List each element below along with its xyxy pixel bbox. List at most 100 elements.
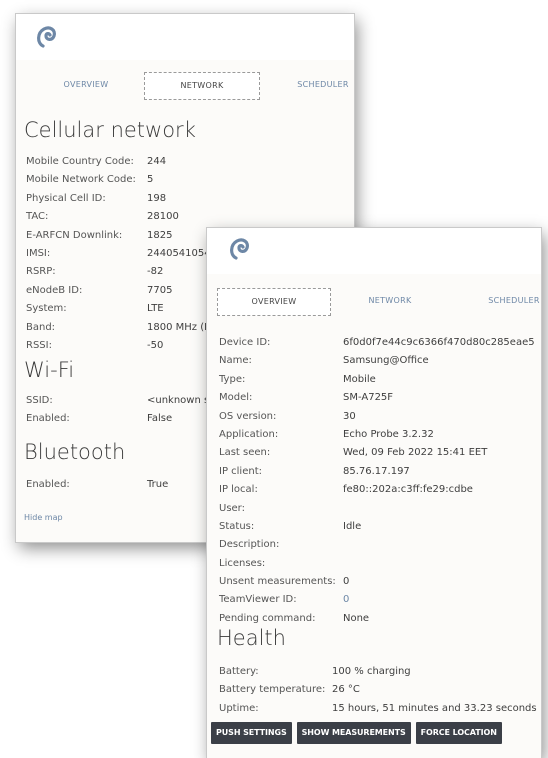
- info-value: -50: [147, 339, 164, 351]
- info-label: Uptime:: [219, 702, 259, 714]
- info-value: None: [343, 612, 370, 624]
- info-label: Enabled:: [26, 413, 70, 425]
- info-row: eNodeB ID: 7705: [26, 282, 211, 300]
- info-value: Echo Probe 3.2.32: [343, 428, 434, 440]
- info-row: Enabled: False: [26, 410, 209, 428]
- info-row: Model: SM-A725F: [219, 389, 535, 407]
- info-label: OS version:: [219, 410, 277, 422]
- wifi-list: SSID: <unknown s Enabled: False: [26, 392, 209, 429]
- info-label: RSRP:: [26, 266, 56, 278]
- info-value: Samsung@Office: [343, 355, 429, 367]
- info-value: 198: [147, 192, 167, 204]
- info-row: TAC: 28100: [26, 208, 211, 226]
- info-row: Uptime: 15 hours, 51 minutes and 33.23 se…: [219, 700, 537, 718]
- info-row: RSRP: -82: [26, 263, 211, 281]
- info-row: Description:: [219, 536, 535, 554]
- info-label: Band:: [26, 321, 56, 333]
- info-value: LTE: [147, 303, 164, 315]
- info-row: Status: Idle: [219, 518, 535, 536]
- info-row: Unsent measurements: 0: [219, 573, 535, 591]
- health-title: Health: [217, 626, 286, 650]
- info-row: IP local: fe80::202a:c3ff:fe29:cdbe: [219, 481, 535, 499]
- info-row: IMSI: 2440541054: [26, 245, 211, 263]
- echo-logo-icon[interactable]: [227, 235, 253, 261]
- info-row: Mobile Country Code: 244: [26, 153, 211, 171]
- info-label: Physical Cell ID:: [26, 192, 106, 204]
- info-value: 100 % charging: [332, 666, 411, 677]
- info-label: User:: [219, 502, 245, 514]
- tab-overview[interactable]: OVERVIEW: [217, 288, 331, 316]
- cellular-network-title: Cellular network: [24, 118, 196, 142]
- info-row: Mobile Network Code: 5: [26, 171, 211, 189]
- info-value: 1825: [147, 229, 173, 241]
- info-value: Idle: [343, 520, 362, 532]
- info-label: E-ARFCN Downlink:: [26, 229, 123, 241]
- tab-network[interactable]: NETWORK: [144, 72, 260, 100]
- info-label: Mobile Network Code:: [26, 174, 136, 186]
- info-label: Last seen:: [219, 447, 271, 459]
- info-label: Licenses:: [219, 557, 266, 569]
- show-measurements-button[interactable]: SHOW MEASUREMENTS: [296, 722, 411, 744]
- info-row: Licenses:: [219, 555, 535, 573]
- info-label: TeamViewer ID:: [219, 594, 297, 606]
- bluetooth-list: Enabled: True: [26, 476, 168, 494]
- info-label: Battery temperature:: [219, 684, 326, 696]
- info-row: IP client: 85.76.17.197: [219, 463, 535, 481]
- info-value: 2440541054: [147, 247, 211, 259]
- info-row: User:: [219, 500, 535, 518]
- info-label: Device ID:: [219, 337, 271, 348]
- bluetooth-title: Bluetooth: [24, 440, 126, 464]
- info-label: eNodeB ID:: [26, 284, 83, 296]
- info-value: Mobile: [343, 373, 376, 385]
- info-row: OS version: 30: [219, 408, 535, 426]
- info-value: 26 °C: [332, 684, 360, 696]
- info-label: System:: [26, 303, 67, 315]
- info-label: Name:: [219, 355, 252, 367]
- tab-scheduler[interactable]: SCHEDULER: [278, 72, 354, 98]
- info-label: RSSI:: [26, 339, 52, 351]
- info-row: System: LTE: [26, 300, 211, 318]
- action-bar: PUSH SETTINGS SHOW MEASUREMENTS FORCE LO…: [211, 722, 502, 744]
- echo-logo-icon[interactable]: [34, 23, 60, 49]
- info-label: Model:: [219, 392, 253, 404]
- info-value: 15 hours, 51 minutes and 33.23 seconds: [332, 702, 537, 714]
- info-value[interactable]: 0: [343, 591, 349, 609]
- push-settings-button[interactable]: PUSH SETTINGS: [211, 722, 292, 744]
- info-label: Enabled:: [26, 479, 70, 490]
- info-row: Name: Samsung@Office: [219, 352, 535, 370]
- tab-bar: OVERVIEW NETWORK SCHEDULER: [16, 72, 354, 100]
- info-value: False: [147, 413, 173, 425]
- top-bar: [207, 228, 541, 274]
- info-label: Description:: [219, 539, 280, 551]
- hide-map-link[interactable]: Hide map: [24, 513, 63, 522]
- info-value: 6f0d0f7e44c9c6366f470d80c285eae5: [343, 337, 535, 348]
- info-label: Unsent measurements:: [219, 576, 336, 588]
- info-value: 28100: [147, 211, 179, 223]
- info-row: Physical Cell ID: 198: [26, 190, 211, 208]
- info-label: SSID:: [26, 395, 53, 406]
- info-value: <unknown s: [147, 395, 210, 406]
- info-row: Battery: 100 % charging: [219, 663, 537, 681]
- info-label: IMSI:: [26, 247, 51, 259]
- info-value: SM-A725F: [343, 392, 394, 404]
- info-row: Battery temperature: 26 °C: [219, 681, 537, 699]
- force-location-button[interactable]: FORCE LOCATION: [415, 722, 502, 744]
- info-value: -82: [147, 266, 164, 278]
- tab-overview[interactable]: OVERVIEW: [36, 72, 136, 98]
- info-value: 30: [343, 410, 356, 422]
- info-label: IP local:: [219, 484, 258, 496]
- tab-scheduler[interactable]: SCHEDULER: [469, 288, 541, 314]
- info-row: Type: Mobile: [219, 371, 535, 389]
- top-bar: [16, 14, 354, 60]
- info-value: 85.76.17.197: [343, 465, 410, 477]
- info-label: IP client:: [219, 465, 262, 477]
- info-value: 1800 MHz (E: [147, 321, 211, 333]
- tab-network[interactable]: NETWORK: [343, 288, 437, 314]
- info-value: fe80::202a:c3ff:fe29:cdbe: [343, 484, 473, 496]
- info-value: 0: [343, 576, 350, 588]
- info-label: Mobile Country Code:: [26, 156, 134, 167]
- info-row: E-ARFCN Downlink: 1825: [26, 227, 211, 245]
- info-label: Battery:: [219, 666, 259, 677]
- info-row: Device ID: 6f0d0f7e44c9c6366f470d80c285ea…: [219, 334, 535, 352]
- info-row: Band: 1800 MHz (E: [26, 319, 211, 337]
